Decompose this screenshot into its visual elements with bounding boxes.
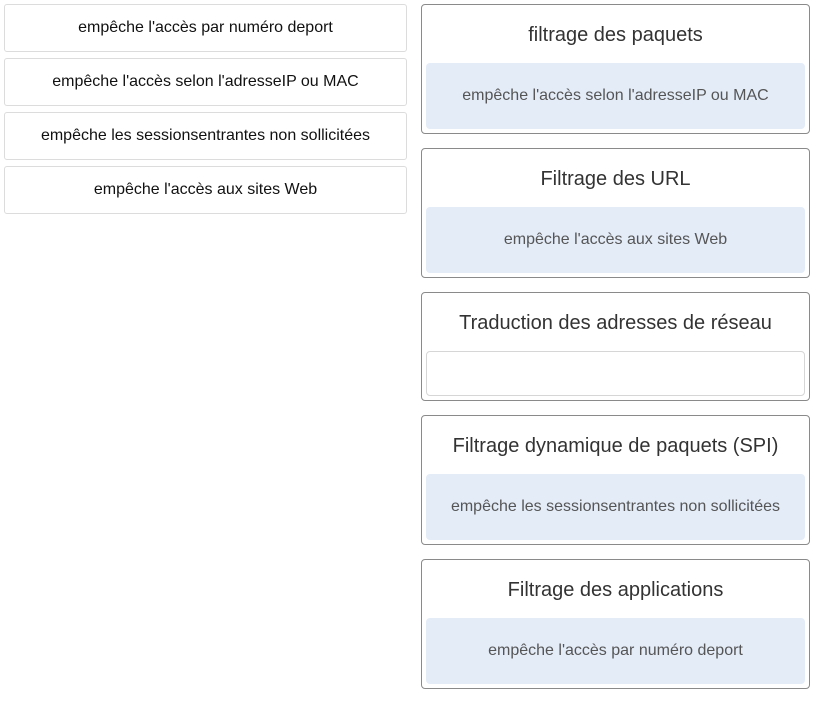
target-card-packet-filtering: filtrage des paquets empêche l'accès sel… [421, 4, 810, 134]
target-title: Filtrage des URL [540, 167, 691, 190]
target-title: Traduction des adresses de réseau [459, 311, 772, 334]
drop-zone[interactable]: empêche l'accès aux sites Web [426, 207, 805, 273]
target-card-url-filtering: Filtrage des URL empêche l'accès aux sit… [421, 148, 810, 278]
drop-zone[interactable]: empêche l'accès par numéro deport [426, 618, 805, 684]
match-targets-list: filtrage des paquets empêche l'accès sel… [421, 4, 810, 703]
drop-zone[interactable]: empêche les sessionsentrantes non sollic… [426, 474, 805, 540]
target-title: Filtrage dynamique de paquets (SPI) [452, 434, 779, 457]
option-port-number[interactable]: empêche l'accès par numéro deport [4, 4, 407, 52]
answer-options-list: empêche l'accès par numéro deport empêch… [4, 4, 407, 220]
option-ip-mac-address[interactable]: empêche l'accès selon l'adresseIP ou MAC [4, 58, 407, 106]
target-title: Filtrage des applications [507, 578, 724, 601]
drop-zone[interactable]: empêche l'accès selon l'adresseIP ou MAC [426, 63, 805, 129]
target-card-application-filtering: Filtrage des applications empêche l'accè… [421, 559, 810, 689]
option-websites[interactable]: empêche l'accès aux sites Web [4, 166, 407, 214]
target-card-spi: Filtrage dynamique de paquets (SPI) empê… [421, 415, 810, 545]
drop-zone-empty[interactable] [426, 351, 805, 396]
option-unsolicited-sessions[interactable]: empêche les sessionsentrantes non sollic… [4, 112, 407, 160]
target-card-nat: Traduction des adresses de réseau [421, 292, 810, 401]
target-title: filtrage des paquets [528, 23, 703, 46]
